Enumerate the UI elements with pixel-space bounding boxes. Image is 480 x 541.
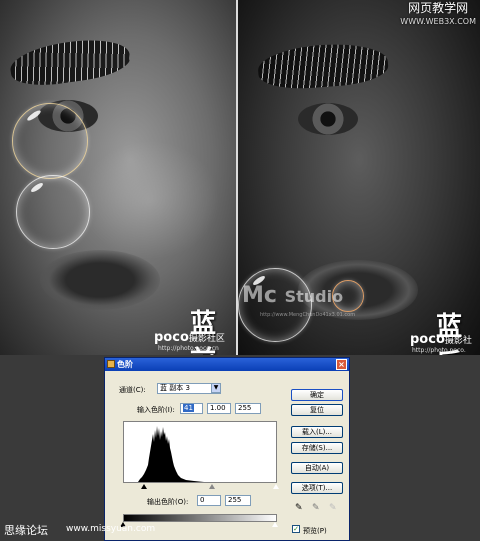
site-watermark: 网页教学网 WWW.WEB3X.COM	[400, 2, 476, 28]
app-icon	[107, 360, 115, 368]
output-levels-label: 输出色阶(O):	[147, 498, 189, 506]
white-point-slider[interactable]	[273, 484, 279, 489]
chevron-down-icon[interactable]: ▼	[211, 383, 221, 393]
eyelashes	[7, 33, 133, 91]
poco-url: http://photo.poco.	[412, 347, 466, 354]
auto-button[interactable]: 自动(A)	[291, 462, 343, 474]
black-point-slider[interactable]	[141, 484, 147, 489]
input-gamma-field[interactable]: 1.00	[207, 403, 231, 414]
watermark-url: WWW.WEB3X.COM	[400, 17, 476, 26]
input-levels-label: 输入色阶(I):	[137, 406, 175, 414]
watermark-title: 网页教学网	[408, 1, 469, 15]
forum-watermark: 思缘论坛	[4, 524, 48, 537]
input-black-field[interactable]: 41	[180, 403, 203, 414]
white-eyedropper-icon[interactable]: ✎	[329, 503, 337, 513]
output-white-slider[interactable]	[272, 522, 278, 527]
after-photo: Mc Studio http://www.MengChunDo41x3.01.c…	[238, 0, 480, 355]
output-white-field[interactable]: 255	[225, 495, 251, 506]
eye	[298, 103, 358, 135]
ok-button[interactable]: 确定	[291, 389, 343, 401]
bubble	[16, 175, 90, 249]
channel-label: 通道(C):	[119, 386, 146, 394]
histogram-shape	[124, 426, 276, 482]
output-black-field[interactable]: 0	[197, 495, 221, 506]
studio-logo: Mc Studio	[242, 283, 344, 308]
levels-dialog: 色阶 × 通道(C): 蓝 副本 3 ▼ 输入色阶(I): 41 1.00 25…	[104, 357, 350, 541]
load-button[interactable]: 载入(L)...	[291, 426, 343, 438]
save-button[interactable]: 存储(S)...	[291, 442, 343, 454]
reset-button[interactable]: 复位	[291, 404, 343, 416]
histogram	[123, 421, 277, 483]
poco-logo: poco摄影社	[410, 332, 472, 347]
options-button[interactable]: 选项(T)...	[291, 482, 343, 494]
black-eyedropper-icon[interactable]: ✎	[295, 503, 303, 513]
before-photo: 蓝前 poco摄影社区 http://photo.poco.cn	[0, 0, 236, 355]
preview-checkbox[interactable]: ✓	[292, 525, 300, 533]
studio-url: http://www.MengChunDo41x3.01.com	[260, 312, 356, 318]
gamma-slider[interactable]	[209, 484, 215, 489]
bubble	[12, 103, 88, 179]
poco-url: http://photo.poco.cn	[158, 345, 219, 352]
dialog-titlebar[interactable]: 色阶 ×	[105, 358, 349, 371]
eyelashes	[256, 40, 390, 92]
gray-eyedropper-icon[interactable]: ✎	[312, 503, 320, 513]
output-gradient	[123, 514, 277, 522]
preview-label: 预览(P)	[303, 527, 327, 535]
histogram-plot	[124, 426, 276, 482]
input-white-field[interactable]: 255	[235, 403, 261, 414]
dialog-title: 色阶	[117, 360, 133, 369]
lips	[40, 250, 160, 310]
close-button[interactable]: ×	[336, 359, 347, 370]
forum-url: www.missyuan.com	[66, 524, 156, 534]
cheek	[80, 140, 220, 260]
poco-logo: poco摄影社区	[154, 330, 225, 345]
